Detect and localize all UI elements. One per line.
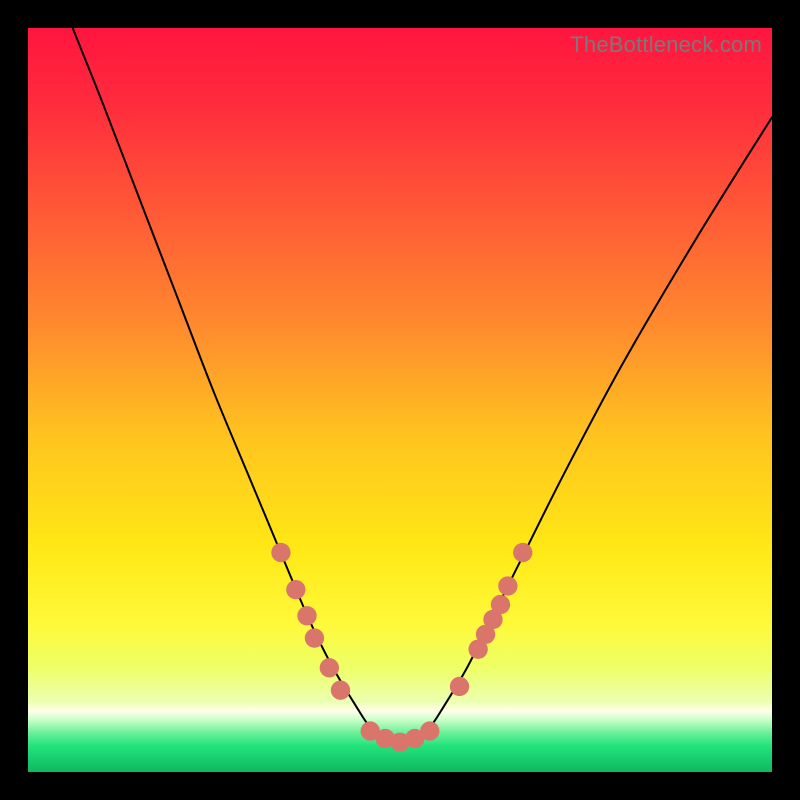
data-marker bbox=[498, 576, 517, 595]
data-marker bbox=[331, 680, 350, 699]
watermark-text: TheBottleneck.com bbox=[570, 32, 762, 58]
data-marker bbox=[320, 658, 339, 677]
data-marker bbox=[271, 543, 290, 562]
data-marker bbox=[450, 677, 469, 696]
chart-frame: TheBottleneck.com bbox=[0, 0, 800, 800]
data-marker bbox=[513, 543, 532, 562]
data-marker bbox=[286, 580, 305, 599]
bottleneck-curve bbox=[73, 28, 772, 742]
curve-layer bbox=[28, 28, 772, 772]
data-marker bbox=[491, 595, 510, 614]
marker-group bbox=[271, 543, 532, 752]
data-marker bbox=[305, 628, 324, 647]
data-marker bbox=[297, 606, 316, 625]
data-marker bbox=[420, 721, 439, 740]
plot-area: TheBottleneck.com bbox=[28, 28, 772, 772]
